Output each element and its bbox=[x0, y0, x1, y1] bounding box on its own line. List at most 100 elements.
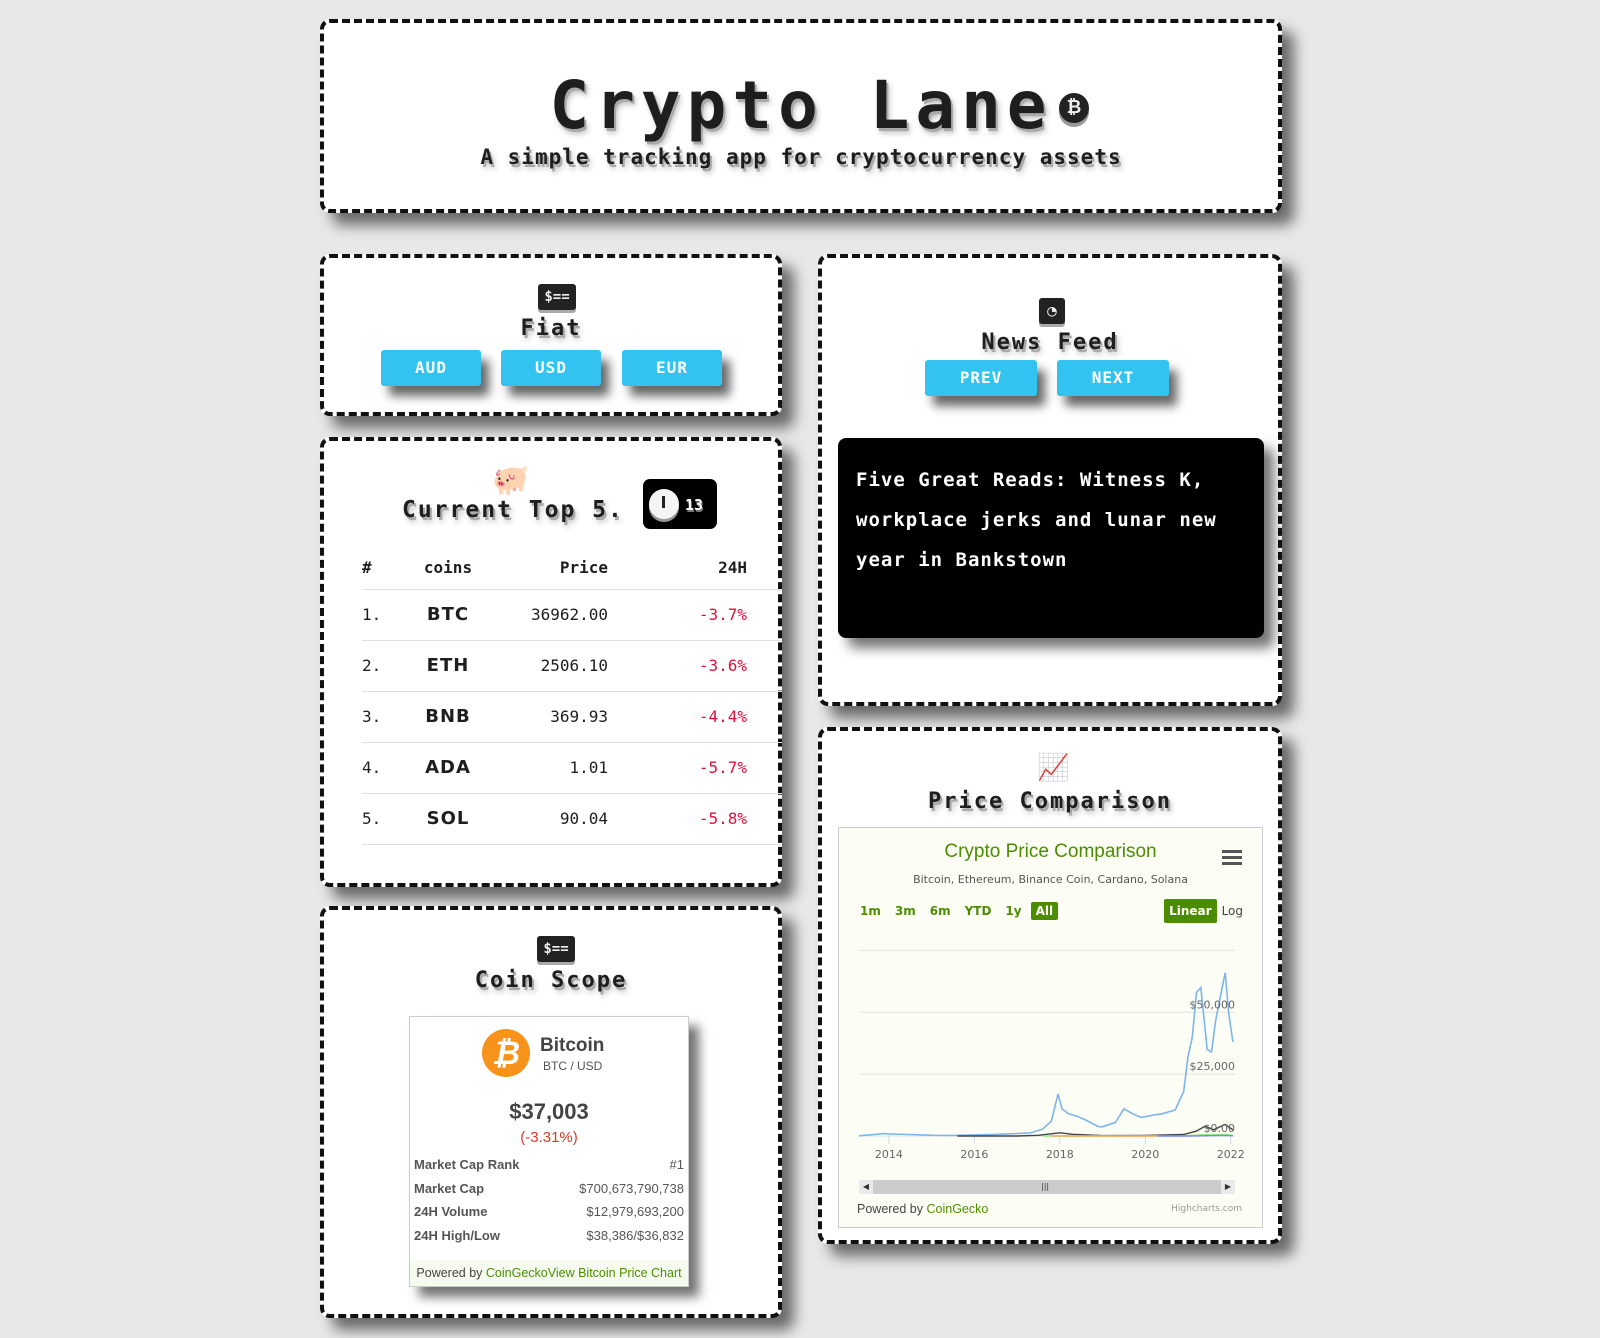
x-tick-label: 2020 bbox=[1131, 1148, 1159, 1161]
range-button-3m[interactable]: 3m bbox=[890, 902, 921, 920]
price-chart-svg: 2014 2016 2018 2020 2022 $0.00 $25,000 $50,000 bbox=[858, 949, 1245, 1161]
fiat-heading: Fiat bbox=[520, 316, 582, 341]
stat-row: 24H Volume $12,979,693,200 bbox=[414, 1200, 684, 1224]
rank-cell: 2. bbox=[362, 640, 408, 692]
x-tick-label: 2014 bbox=[875, 1148, 903, 1161]
top5-heading: Current Top 5. bbox=[402, 497, 624, 523]
timer-value: 13 bbox=[685, 496, 704, 514]
scale-button-linear[interactable]: Linear bbox=[1164, 899, 1217, 923]
scroll-right-button[interactable]: ▶ bbox=[1221, 1180, 1235, 1194]
price-comparison-card: 📈 Price Comparison Crypto Price Comparis… bbox=[818, 727, 1282, 1244]
coin-price: $37,003 bbox=[509, 1099, 589, 1124]
powered-by-text: Powered by bbox=[416, 1266, 486, 1280]
stat-value: #1 bbox=[669, 1157, 684, 1172]
price-cell: 369.93 bbox=[488, 691, 608, 743]
header-card: Crypto Lane ₿ A simple tracking app for … bbox=[320, 19, 1282, 213]
usd-button[interactable]: USD bbox=[501, 350, 601, 386]
scale-button-log[interactable]: Log bbox=[1217, 899, 1248, 923]
navigator-scrollbar[interactable]: ◀ ||| ▶ bbox=[859, 1180, 1235, 1194]
chart-line-icon: 📈 bbox=[1037, 753, 1070, 783]
range-button-all[interactable]: All bbox=[1030, 902, 1059, 920]
news-article[interactable]: Five Great Reads: Witness K, workplace j… bbox=[838, 438, 1264, 638]
stat-value: $700,673,790,738 bbox=[579, 1180, 684, 1196]
table-row: 2. ETH 2506.10 -3.6% bbox=[362, 640, 782, 692]
stat-row: Market Cap $700,673,790,738 bbox=[414, 1177, 684, 1201]
stat-label: Market Cap bbox=[414, 1180, 485, 1196]
stat-row: 24H High/Low $38,386/$36,832 bbox=[414, 1224, 684, 1248]
scale-toggle: Linear Log bbox=[1164, 899, 1248, 923]
range-button-6m[interactable]: 6m bbox=[925, 902, 956, 920]
rank-cell: 4. bbox=[362, 742, 408, 794]
highcharts-credit[interactable]: Highcharts.com bbox=[1171, 1204, 1242, 1214]
stat-label: 24H High/Low bbox=[414, 1227, 500, 1243]
rss-icon: ◔ bbox=[1039, 298, 1065, 324]
y-tick-label: $50,000 bbox=[1190, 998, 1236, 1011]
table-row: 5. SOL 90.04 -5.8% bbox=[362, 793, 782, 845]
stat-value: $38,386/$36,832 bbox=[586, 1227, 684, 1243]
fiat-card: $== Fiat AUD USD EUR bbox=[320, 254, 782, 416]
change-cell: -3.6% bbox=[608, 640, 747, 692]
coin-name: Bitcoin bbox=[540, 1035, 605, 1056]
range-button-1m[interactable]: 1m bbox=[855, 902, 886, 920]
table-header-row: # coins Price 24H bbox=[362, 547, 782, 590]
coin-cell: BTC bbox=[408, 589, 488, 641]
coin-cell: ETH bbox=[408, 640, 488, 692]
change-cell: -5.8% bbox=[608, 793, 747, 845]
series-line-solana bbox=[1158, 1134, 1233, 1137]
scrollbar-grip[interactable]: ||| bbox=[1041, 1180, 1049, 1194]
stat-value: $12,979,693,200 bbox=[586, 1204, 684, 1219]
app-subtitle: A simple tracking app for cryptocurrency… bbox=[480, 145, 1122, 169]
widget-footer: Powered by CoinGeckoView Bitcoin Price C… bbox=[410, 1260, 688, 1286]
eur-button[interactable]: EUR bbox=[622, 350, 722, 386]
rank-cell: 1. bbox=[362, 589, 408, 641]
bitcoin-icon: ₿ bbox=[1059, 93, 1089, 123]
coin-scope-card: $== Coin Scope ₿ Bitcoin BTC / USD $37,0… bbox=[320, 906, 782, 1318]
y-tick-label: $25,000 bbox=[1190, 1060, 1236, 1073]
coin-cell: BNB bbox=[408, 691, 488, 743]
table-row: 3. BNB 369.93 -4.4% bbox=[362, 691, 782, 743]
rank-cell: 5. bbox=[362, 793, 408, 845]
range-selector: 1m 3m 6m YTD 1y All bbox=[855, 902, 1062, 920]
coingecko-link[interactable]: CoinGecko bbox=[926, 1202, 988, 1216]
change-cell: -4.4% bbox=[608, 691, 747, 743]
x-tick-label: 2022 bbox=[1217, 1148, 1245, 1161]
coingecko-link[interactable]: CoinGecko bbox=[486, 1266, 548, 1280]
stat-label: Market Cap Rank bbox=[414, 1157, 520, 1172]
news-heading: News Feed bbox=[981, 330, 1119, 355]
coin-cell: ADA bbox=[408, 742, 488, 794]
change-cell: -5.7% bbox=[608, 742, 747, 794]
table-row: 4. ADA 1.01 -5.7% bbox=[362, 742, 782, 794]
coin-cell: SOL bbox=[408, 793, 488, 845]
stat-row: Market Cap Rank #1 bbox=[414, 1153, 684, 1177]
coin-change: (-3.31%) bbox=[520, 1129, 578, 1146]
series-line-bitcoin bbox=[858, 972, 1234, 1137]
y-tick-label: $0.00 bbox=[1204, 1122, 1236, 1135]
money-bill-icon: $== bbox=[538, 284, 576, 310]
aud-button[interactable]: AUD bbox=[381, 350, 481, 386]
prev-button[interactable]: PREV bbox=[925, 360, 1037, 396]
stat-label: 24H Volume bbox=[414, 1204, 488, 1219]
col-price: Price bbox=[488, 547, 608, 590]
price-cell: 1.01 bbox=[488, 742, 608, 794]
range-button-1y[interactable]: 1y bbox=[1000, 902, 1026, 920]
clock-icon bbox=[649, 489, 679, 519]
view-chart-link[interactable]: View Bitcoin Price Chart bbox=[548, 1266, 682, 1280]
scroll-left-button[interactable]: ◀ bbox=[859, 1180, 873, 1194]
price-cell: 36962.00 bbox=[488, 589, 608, 641]
col-24h: 24H bbox=[608, 547, 747, 590]
hamburger-menu-icon[interactable] bbox=[1222, 850, 1242, 866]
piggy-bank-icon: 🐖 bbox=[492, 463, 530, 498]
table-row: 1. BTC 36962.00 -3.7% bbox=[362, 589, 782, 641]
highcharts-container: Crypto Price Comparison Bitcoin, Ethereu… bbox=[838, 827, 1263, 1228]
change-cell: -3.7% bbox=[608, 589, 747, 641]
next-button[interactable]: NEXT bbox=[1057, 360, 1169, 396]
price-comparison-heading: Price Comparison bbox=[928, 789, 1172, 814]
price-cell: 2506.10 bbox=[488, 640, 608, 692]
top5-table: # coins Price 24H 1. BTC 36962.00 -3.7% 2. ET… bbox=[362, 547, 782, 845]
col-coins: coins bbox=[408, 547, 488, 590]
powered-by: Powered by CoinGecko bbox=[857, 1202, 989, 1216]
money-bill-icon: $== bbox=[537, 936, 575, 962]
x-tick-label: 2018 bbox=[1046, 1148, 1074, 1161]
range-button-ytd[interactable]: YTD bbox=[960, 902, 997, 920]
top5-card: 🐖 Current Top 5. 13 # coins Price 24H 1.… bbox=[320, 437, 782, 887]
